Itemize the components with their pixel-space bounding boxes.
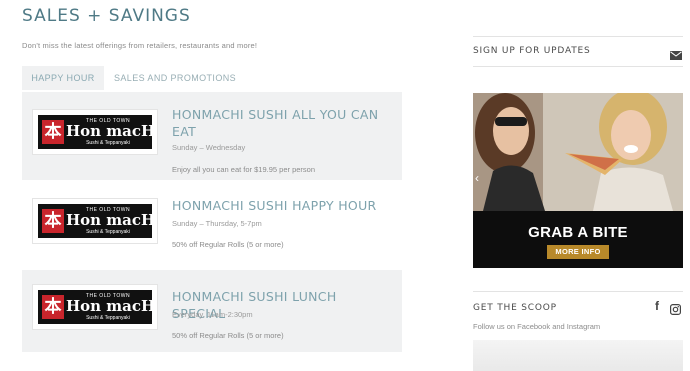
logo-main-text: Hon macHi bbox=[66, 122, 152, 140]
tab-sales-and-promotions[interactable]: SALES AND PROMOTIONS bbox=[114, 66, 236, 90]
logo-glyph: 本 bbox=[42, 295, 64, 319]
ad-photo bbox=[473, 93, 683, 211]
page-title: SALES + SAVINGS bbox=[22, 6, 191, 26]
divider bbox=[473, 36, 683, 37]
divider bbox=[473, 66, 683, 67]
more-info-button[interactable]: MORE INFO bbox=[547, 245, 609, 259]
divider bbox=[473, 291, 683, 292]
deal-description: Enjoy all you can eat for $19.95 per per… bbox=[172, 165, 316, 174]
logo-glyph: 本 bbox=[42, 209, 64, 233]
honmachi-logo: 本 THE OLD TOWN Hon macHi Sushi & Teppany… bbox=[38, 115, 152, 149]
signup-heading: SIGN UP FOR UPDATES bbox=[473, 46, 591, 56]
facebook-icon[interactable]: f bbox=[655, 299, 659, 313]
scoop-text: Follow us on Facebook and Instagram bbox=[473, 322, 601, 331]
instagram-icon[interactable] bbox=[670, 302, 682, 320]
mail-icon[interactable] bbox=[670, 47, 682, 65]
deal-title[interactable]: HONMACHI SUSHI HAPPY HOUR bbox=[172, 197, 392, 214]
page-subtitle: Don't miss the latest offerings from ret… bbox=[22, 41, 258, 50]
grab-a-bite-ad[interactable]: ‹ GRAB A BITE MORE INFO bbox=[473, 93, 683, 268]
deal-title[interactable]: HONMACHI SUSHI ALL YOU CAN EAT bbox=[172, 106, 392, 140]
sidebar-bottom-panel bbox=[473, 340, 683, 371]
deal-logo[interactable]: 本 THE OLD TOWN Hon macHi Sushi & Teppany… bbox=[32, 198, 158, 244]
scoop-heading: GET THE SCOOP bbox=[473, 303, 557, 313]
logo-main-text: Hon macHi bbox=[66, 211, 152, 229]
honmachi-logo: 本 THE OLD TOWN Hon macHi Sushi & Teppany… bbox=[38, 204, 152, 238]
honmachi-logo: 本 THE OLD TOWN Hon macHi Sushi & Teppany… bbox=[38, 290, 152, 324]
logo-sub-text: Sushi & Teppanyaki bbox=[86, 229, 130, 235]
deal-card[interactable]: 本 THE OLD TOWN Hon macHi Sushi & Teppany… bbox=[22, 92, 402, 180]
ad-title: GRAB A BITE bbox=[528, 224, 628, 241]
logo-sub-text: Sushi & Teppanyaki bbox=[86, 315, 130, 321]
deal-card[interactable]: 本 THE OLD TOWN Hon macHi Sushi & Teppany… bbox=[22, 184, 402, 264]
deal-schedule: Sunday – Thursday, 5-7pm bbox=[172, 219, 262, 228]
deal-schedule: Sunday – Wednesday bbox=[172, 143, 246, 152]
deal-logo[interactable]: 本 THE OLD TOWN Hon macHi Sushi & Teppany… bbox=[32, 284, 158, 330]
logo-glyph: 本 bbox=[42, 120, 64, 144]
logo-sub-text: Sushi & Teppanyaki bbox=[86, 140, 130, 146]
ad-prev-arrow-icon[interactable]: ‹ bbox=[475, 171, 479, 185]
deal-card[interactable]: 本 THE OLD TOWN Hon macHi Sushi & Teppany… bbox=[22, 270, 402, 352]
deal-description: 50% off Regular Rolls (5 or more) bbox=[172, 331, 284, 340]
deal-description: 50% off Regular Rolls (5 or more) bbox=[172, 240, 284, 249]
deal-logo[interactable]: 本 THE OLD TOWN Hon macHi Sushi & Teppany… bbox=[32, 109, 158, 155]
deal-schedule: Everyday, 11am-2:30pm bbox=[172, 310, 253, 319]
tab-happy-hour[interactable]: HAPPY HOUR bbox=[22, 66, 104, 90]
logo-main-text: Hon macHi bbox=[66, 297, 152, 315]
